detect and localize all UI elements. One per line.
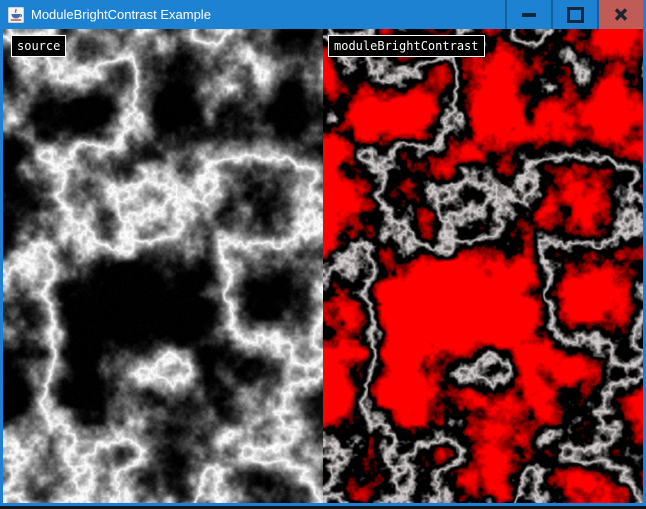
source-panel: source [3, 29, 323, 503]
source-image [3, 29, 323, 503]
processed-image [323, 29, 643, 503]
app-window: ModuleBrightContrast Example source modu… [0, 0, 646, 509]
titlebar[interactable]: ModuleBrightContrast Example [0, 0, 646, 29]
minimize-button[interactable] [505, 0, 551, 29]
maximize-icon [567, 7, 584, 23]
java-coffee-cup-icon [8, 7, 24, 23]
close-icon [614, 8, 628, 21]
window-border-left [0, 29, 3, 506]
processed-label: moduleBrightContrast [328, 35, 485, 57]
processed-panel: moduleBrightContrast [323, 29, 643, 503]
java-app-icon[interactable] [8, 7, 24, 23]
window-controls [505, 0, 643, 29]
content-area: source moduleBrightContrast [3, 29, 643, 503]
minimize-icon [522, 13, 536, 17]
close-button[interactable] [597, 0, 643, 29]
source-label: source [11, 35, 66, 57]
maximize-button[interactable] [551, 0, 597, 29]
